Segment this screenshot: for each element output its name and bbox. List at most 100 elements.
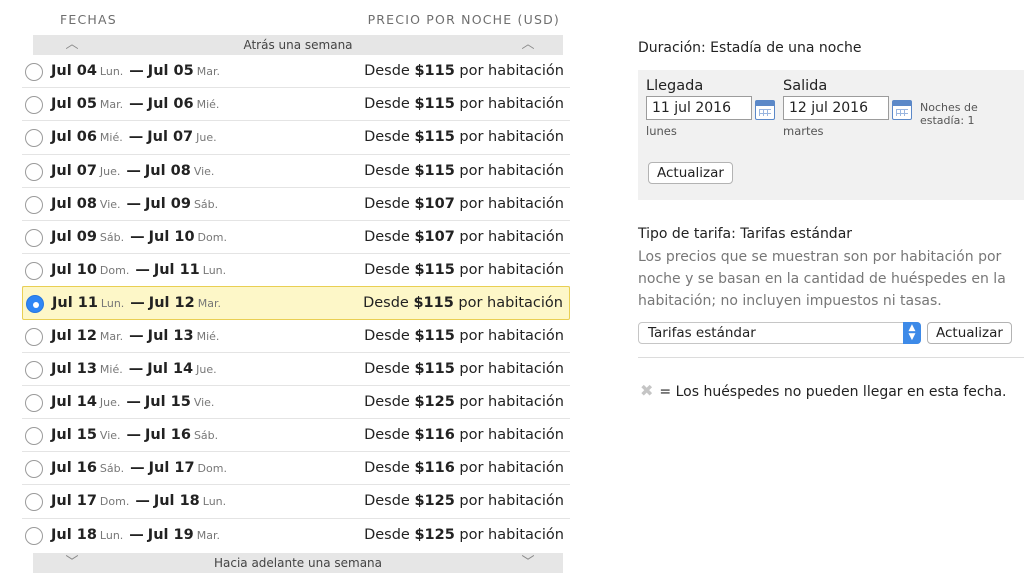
- date-option-row[interactable]: Jul 08 Vie. — Jul 09 Sáb. Desde $107 por habi…: [22, 188, 570, 221]
- date-separator: —: [135, 493, 150, 510]
- radio-button[interactable]: [25, 360, 43, 379]
- chevron-down-icon: ﹀: [521, 555, 535, 570]
- date-option-row[interactable]: Jul 12 Mar. — Jul 13 Mié. Desde $115 por habi…: [22, 320, 570, 353]
- date-range: Jul 13 Mié. — Jul 14 Jue.: [51, 361, 217, 377]
- price-label: Desde $116 por habitación: [364, 460, 564, 476]
- radio-button[interactable]: [25, 427, 43, 446]
- price-suffix: por habitación: [459, 228, 564, 245]
- radio-button[interactable]: [25, 526, 43, 545]
- price-amount: $125: [414, 393, 455, 410]
- chevron-up-icon: ︿: [521, 37, 535, 52]
- checkin-weekday: Vie.: [99, 429, 121, 443]
- legend: ✖ = Los huéspedes no pueden llegar en est…: [640, 381, 1007, 400]
- radio-button[interactable]: [25, 262, 43, 281]
- checkin-date: Jul 07: [51, 162, 97, 179]
- date-separator: —: [126, 195, 142, 212]
- checkout-date: Jul 09: [145, 195, 191, 212]
- back-week-button[interactable]: ︿ Atrás una semana ︿: [33, 35, 563, 55]
- arrival-weekday: lunes: [646, 124, 677, 138]
- radio-button[interactable]: [25, 460, 43, 479]
- header-dates: FECHAS: [60, 12, 117, 27]
- price-amount: $115: [414, 262, 455, 279]
- rate-select[interactable]: Tarifas estándar ▲ ▼: [638, 322, 921, 344]
- checkin-date: Jul 04: [51, 63, 97, 79]
- rate-select-value: Tarifas estándar: [648, 325, 756, 341]
- date-option-row[interactable]: Jul 13 Mié. — Jul 14 Jue. Desde $115 por habi…: [22, 353, 570, 386]
- date-option-row[interactable]: Jul 18 Lun. — Jul 19 Mar. Desde $125 por habi…: [22, 519, 570, 552]
- radio-button[interactable]: [25, 63, 43, 81]
- price-suffix: por habitación: [459, 460, 564, 477]
- checkout-weekday: Lun.: [202, 264, 227, 278]
- date-option-row[interactable]: Jul 15 Vie. — Jul 16 Sáb. Desde $116 por habi…: [22, 419, 570, 453]
- price-label: Desde $115 por habitación: [364, 262, 564, 278]
- radio-button[interactable]: [26, 295, 44, 314]
- date-option-row[interactable]: Jul 10 Dom. — Jul 11 Lun. Desde $115 por habi…: [22, 254, 570, 288]
- radio-button[interactable]: [25, 129, 43, 148]
- checkin-weekday: Sáb.: [99, 462, 125, 476]
- checkin-weekday: Lun.: [99, 65, 124, 78]
- date-separator: —: [135, 262, 150, 279]
- date-range: Jul 16 Sáb. — Jul 17 Dom.: [51, 460, 227, 476]
- price-amount: $125: [414, 526, 455, 543]
- checkout-weekday: Mié.: [196, 98, 220, 112]
- date-option-row[interactable]: Jul 05 Mar. — Jul 06 Mié. Desde $115 por habi…: [22, 88, 570, 122]
- date-option-row[interactable]: Jul 14 Jue. — Jul 15 Vie. Desde $125 por habi…: [22, 386, 570, 420]
- checkout-weekday: Jue.: [196, 131, 217, 145]
- departure-date-input[interactable]: [783, 96, 889, 120]
- update-rate-button[interactable]: Actualizar: [927, 322, 1012, 344]
- date-option-row[interactable]: Jul 06 Mié. — Jul 07 Jue. Desde $115 por habi…: [22, 121, 570, 155]
- checkout-date: Jul 05: [147, 63, 194, 79]
- date-separator: —: [130, 228, 145, 245]
- price-label: Desde $107 por habitación: [364, 196, 564, 212]
- legend-text: = Los huéspedes no pueden llegar en esta…: [659, 384, 1007, 400]
- arrival-date-input[interactable]: [646, 96, 752, 120]
- checkin-date: Jul 17: [51, 493, 97, 510]
- price-amount: $115: [414, 360, 455, 377]
- date-option-row[interactable]: Jul 07 Jue. — Jul 08 Vie. Desde $115 por habi…: [22, 155, 570, 188]
- radio-button[interactable]: [25, 393, 43, 412]
- price-amount: $115: [414, 162, 455, 179]
- forward-week-label: Hacia adelante una semana: [213, 556, 383, 570]
- price-amount: $125: [414, 493, 455, 510]
- checkin-date: Jul 14: [51, 393, 97, 410]
- date-separator: —: [126, 162, 141, 179]
- price-label: Desde $125 por habitación: [364, 527, 564, 543]
- price-suffix: por habitación: [459, 393, 564, 410]
- date-option-row[interactable]: Jul 16 Sáb. — Jul 17 Dom. Desde $116 por habi…: [22, 452, 570, 486]
- checkin-date: Jul 13: [51, 360, 97, 377]
- calendar-icon[interactable]: [892, 100, 912, 120]
- price-label: Desde $116 por habitación: [364, 427, 564, 443]
- radio-button[interactable]: [25, 228, 43, 247]
- checkin-date: Jul 16: [51, 460, 97, 477]
- chevron-up-icon: ︿: [65, 37, 79, 52]
- radio-button[interactable]: [25, 327, 43, 346]
- radio-button[interactable]: [25, 162, 43, 181]
- checkin-weekday: Dom.: [99, 264, 130, 278]
- price-amount: $115: [414, 327, 455, 344]
- price-suffix: por habitación: [459, 327, 564, 344]
- price-prefix: Desde: [364, 327, 410, 344]
- date-separator: —: [129, 526, 144, 543]
- radio-button[interactable]: [25, 195, 43, 214]
- date-list-panel: FECHAS PRECIO POR NOCHE (USD) ︿ Atrás un…: [22, 0, 570, 584]
- date-option-row[interactable]: Jul 09 Sáb. — Jul 10 Dom. Desde $107 por habi…: [22, 221, 570, 255]
- calendar-icon[interactable]: [755, 100, 775, 120]
- date-option-row[interactable]: Jul 17 Dom. — Jul 18 Lun. Desde $125 por habi…: [22, 485, 570, 519]
- checkin-weekday: Sáb.: [99, 230, 125, 244]
- update-dates-button[interactable]: Actualizar: [648, 162, 733, 184]
- forward-week-button[interactable]: ﹀ Hacia adelante una semana ﹀: [33, 553, 563, 573]
- checkin-weekday: Vie.: [99, 197, 121, 211]
- date-range: Jul 11 Lun. — Jul 12 Mar.: [52, 295, 221, 311]
- radio-button[interactable]: [25, 96, 43, 115]
- date-option-row[interactable]: Jul 04 Lun. — Jul 05 Mar. Desde $115 por habi…: [22, 55, 570, 89]
- price-amount: $107: [414, 195, 455, 212]
- checkin-date: Jul 09: [51, 228, 97, 245]
- date-range: Jul 18 Lun. — Jul 19 Mar.: [51, 527, 220, 543]
- checkin-date: Jul 11: [52, 295, 98, 312]
- date-range: Jul 14 Jue. — Jul 15 Vie.: [51, 394, 214, 410]
- radio-button[interactable]: [25, 493, 43, 512]
- arrival-label: Llegada: [646, 78, 704, 94]
- checkin-weekday: Mar.: [99, 98, 124, 112]
- price-suffix: por habitación: [459, 129, 564, 146]
- date-option-row[interactable]: Jul 11 Lun. — Jul 12 Mar. Desde $115 por habi…: [22, 286, 570, 320]
